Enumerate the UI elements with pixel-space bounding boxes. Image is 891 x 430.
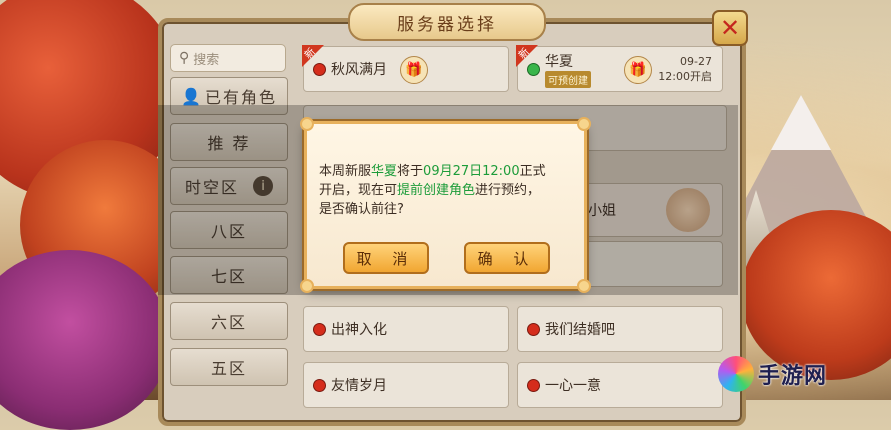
gift-icon[interactable]: 🎁 [400, 56, 428, 84]
server-cell-jiehun[interactable]: 我们结婚吧 [517, 306, 723, 352]
corner-ornament [300, 279, 314, 293]
mountain-snow-bg [771, 95, 831, 150]
sidebar-item-zone5[interactable]: 五区 [170, 348, 288, 386]
gift-icon[interactable]: 🎁 [624, 56, 652, 84]
server-cell-yixin[interactable]: 一心一意 [517, 362, 723, 408]
sidebar-item-label: 六区 [210, 313, 247, 332]
server-cell-youqing[interactable]: 友情岁月 [303, 362, 509, 408]
status-dot [314, 379, 325, 391]
server-cell-huaxia[interactable]: 新 华夏 可预创建 🎁 09-27 12:00开启 [516, 45, 723, 92]
person-icon: 👤 [181, 86, 203, 106]
server-cell-qiufeng[interactable]: 新 秋风满月 🎁 [302, 45, 509, 92]
panel-title: 服务器选择 [348, 3, 546, 41]
status-dot [528, 379, 539, 391]
corner-ornament [577, 279, 591, 293]
dialog-message: 本周新服华夏将于09月27日12:00正式 开启，现在可提前创建角色进行预约， … [319, 164, 546, 217]
status-badge: 可预创建 [545, 70, 591, 88]
confirm-button[interactable]: 确 认 [464, 242, 550, 274]
server-name: 华夏 [545, 53, 573, 70]
server-name: 一心一意 [545, 378, 601, 394]
sidebar-item-zone6[interactable]: 六区 [170, 302, 288, 340]
flower-logo-icon [718, 356, 754, 392]
server-name: 出神入化 [331, 322, 387, 338]
server-name: 我们结婚吧 [545, 322, 615, 338]
close-icon: ✕ [719, 14, 741, 42]
corner-ornament [300, 117, 314, 131]
status-dot [314, 323, 325, 335]
confirm-dialog: 本周新服华夏将于09月27日12:00正式 开启，现在可提前创建角色进行预约， … [300, 117, 591, 293]
status-dot [528, 63, 539, 75]
open-time: 09-27 12:00开启 [658, 55, 712, 83]
search-icon: ⚲ [179, 50, 190, 66]
status-dot [528, 323, 539, 335]
corner-ornament [577, 117, 591, 131]
server-name: 秋风满月 [331, 62, 387, 78]
server-name: 友情岁月 [331, 378, 387, 394]
status-dot [314, 63, 325, 75]
search-placeholder: 搜索 [193, 52, 220, 68]
search-input[interactable]: ⚲ 搜索 [170, 44, 286, 72]
cancel-button[interactable]: 取 消 [343, 242, 429, 274]
watermark-text: 手游网 [758, 364, 828, 389]
close-button[interactable]: ✕ [712, 10, 748, 46]
site-watermark: 手游网 [718, 356, 827, 392]
server-cell-chushen[interactable]: 出神入化 [303, 306, 509, 352]
sidebar-item-label: 五区 [210, 359, 247, 378]
